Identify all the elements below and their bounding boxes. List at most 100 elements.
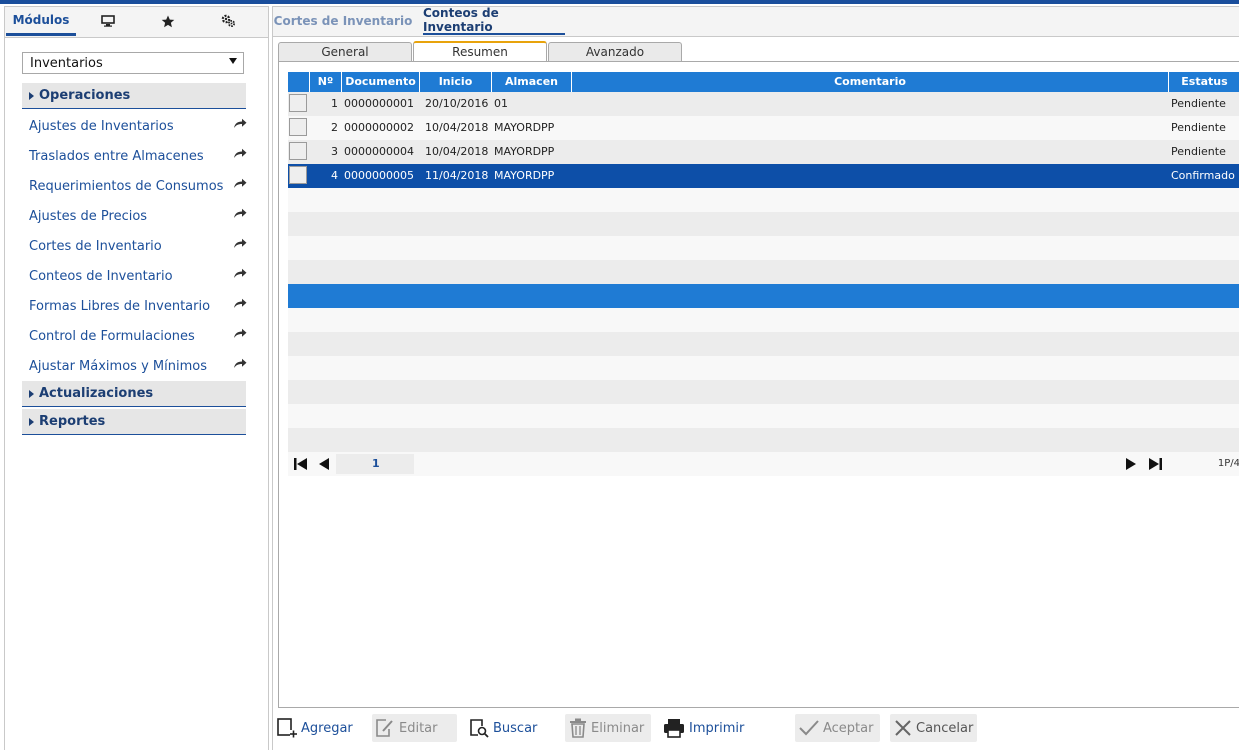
share-arrow-icon: [234, 208, 247, 218]
menu-item-label: Requerimientos de Consumos: [29, 179, 224, 194]
cell-estatus: Pendiente: [1171, 121, 1226, 134]
share-arrow-icon: [234, 118, 247, 128]
checkmark-icon: [799, 720, 819, 736]
share-arrow-icon: [234, 268, 247, 278]
aceptar-button[interactable]: Aceptar: [795, 714, 880, 742]
menu-item-label: Control de Formulaciones: [29, 329, 195, 344]
cell-documento: 0000000001: [344, 97, 414, 110]
header-inicio[interactable]: Inicio: [420, 72, 492, 92]
menu-item-control-formulaciones[interactable]: Control de Formulaciones: [29, 324, 247, 348]
menu-item-label: Ajustes de Precios: [29, 209, 148, 224]
subtab-avanzado[interactable]: Avanzado: [548, 42, 682, 61]
menu-item-label: Traslados entre Almacenes: [29, 149, 204, 164]
subtab-general[interactable]: General: [278, 42, 412, 61]
page-number[interactable]: 1: [372, 452, 380, 476]
next-page-icon[interactable]: [1125, 458, 1137, 470]
menu-item-cortes-inventario[interactable]: Cortes de Inventario: [29, 234, 247, 258]
right-panel: Cortes de Inventario Conteos de Inventar…: [272, 6, 1239, 750]
header-comentario[interactable]: Comentario: [572, 72, 1169, 92]
module-select[interactable]: Inventarios: [22, 52, 244, 74]
top-accent-bar: [0, 0, 1239, 4]
imprimir-label: Imprimir: [689, 720, 745, 736]
menu-item-requerimientos-consumos[interactable]: Requerimientos de Consumos: [29, 174, 247, 198]
trash-icon: [570, 718, 586, 738]
expand-triangle-icon: [29, 390, 34, 398]
share-arrow-icon: [234, 148, 247, 158]
menu-item-label: Cortes de Inventario: [29, 239, 162, 254]
header-documento[interactable]: Documento: [342, 72, 420, 92]
menu-item-ajustes-precios[interactable]: Ajustes de Precios: [29, 204, 247, 228]
cell-estatus: Pendiente: [1171, 97, 1226, 110]
eliminar-button[interactable]: Eliminar: [565, 714, 651, 742]
settings-gear-icon: [221, 14, 235, 28]
first-page-icon[interactable]: [294, 458, 308, 470]
empty-row: [288, 236, 1239, 260]
header-num[interactable]: Nº: [310, 72, 342, 92]
menu-item-traslados-almacenes[interactable]: Traslados entre Almacenes: [29, 144, 247, 168]
tab-monitor[interactable]: [81, 7, 135, 35]
last-page-icon[interactable]: [1148, 458, 1162, 470]
menu-item-ajustes-inventarios[interactable]: Ajustes de Inventarios: [29, 114, 247, 138]
empty-row: [288, 380, 1239, 404]
share-arrow-icon: [234, 328, 247, 338]
content-frame: Nº Documento Inicio Almacen Comentario E…: [278, 61, 1239, 708]
section-actualizaciones-label: Actualizaciones: [39, 386, 154, 401]
star-icon: [161, 15, 175, 27]
left-tab-bar: Módulos: [5, 7, 268, 38]
header-almacen[interactable]: Almacen: [492, 72, 572, 92]
row-checkbox[interactable]: [289, 142, 307, 160]
agregar-label: Agregar: [301, 720, 353, 736]
table-row-selected[interactable]: 4 0000000005 11/04/2018 MAYORDPP Confirm…: [288, 164, 1239, 188]
tab-modulos[interactable]: Módulos: [6, 7, 76, 36]
section-operaciones[interactable]: Operaciones: [22, 83, 246, 109]
empty-row-highlighted: [288, 284, 1239, 308]
cell-almacen: MAYORDPP: [494, 169, 555, 182]
tab-favorites[interactable]: [141, 7, 195, 35]
menu-item-label: Conteos de Inventario: [29, 269, 173, 284]
cell-documento: 0000000005: [344, 169, 414, 182]
add-document-icon: [277, 718, 297, 738]
table-row[interactable]: 1 0000000001 20/10/2016 01 Pendiente: [288, 92, 1239, 116]
subtab-resumen[interactable]: Resumen: [413, 41, 547, 61]
section-operaciones-label: Operaciones: [39, 88, 131, 103]
printer-icon: [664, 719, 684, 738]
menu-item-formas-libres[interactable]: Formas Libres de Inventario: [29, 294, 247, 318]
tab-settings[interactable]: [201, 7, 255, 35]
empty-row: [288, 260, 1239, 284]
editar-label: Editar: [399, 720, 438, 736]
aceptar-label: Aceptar: [823, 720, 874, 736]
empty-row: [288, 332, 1239, 356]
tab-conteos-inventario-label: Conteos de Inventario: [423, 6, 499, 34]
cancelar-button[interactable]: Cancelar: [890, 714, 977, 742]
table-row[interactable]: 3 0000000004 10/04/2018 MAYORDPP Pendien…: [288, 140, 1239, 164]
row-checkbox[interactable]: [289, 118, 307, 136]
menu-item-label: Formas Libres de Inventario: [29, 299, 211, 314]
menu-item-conteos-inventario[interactable]: Conteos de Inventario: [29, 264, 247, 288]
row-checkbox[interactable]: [289, 94, 307, 112]
cell-estatus: Confirmado: [1171, 169, 1235, 182]
tab-cortes-inventario[interactable]: Cortes de Inventario: [273, 7, 413, 34]
tab-conteos-inventario[interactable]: Conteos de Inventario: [423, 6, 565, 35]
section-reportes[interactable]: Reportes: [22, 409, 246, 435]
cell-inicio: 10/04/2018: [425, 145, 489, 158]
cancelar-label: Cancelar: [916, 720, 974, 736]
header-estatus[interactable]: Estatus: [1169, 72, 1239, 92]
row-checkbox[interactable]: [289, 166, 307, 184]
page-info: 1P/4: [1217, 458, 1239, 469]
menu-item-ajustar-maximos-minimos[interactable]: Ajustar Máximos y Mínimos: [29, 354, 247, 378]
section-actualizaciones[interactable]: Actualizaciones: [22, 381, 246, 407]
imprimir-button[interactable]: Imprimir: [663, 714, 749, 742]
cell-num: 3: [331, 145, 338, 158]
edit-document-icon: [376, 719, 393, 737]
buscar-button[interactable]: Buscar: [469, 714, 549, 742]
table-row[interactable]: 2 0000000002 10/04/2018 MAYORDPP Pendien…: [288, 116, 1239, 140]
monitor-icon: [101, 15, 115, 27]
agregar-button[interactable]: Agregar: [277, 714, 357, 742]
editar-button[interactable]: Editar: [372, 714, 457, 742]
share-arrow-icon: [234, 178, 247, 188]
cell-almacen: MAYORDPP: [494, 121, 555, 134]
expand-triangle-icon: [29, 92, 34, 100]
empty-row: [288, 308, 1239, 332]
cell-inicio: 11/04/2018: [425, 169, 489, 182]
prev-page-icon[interactable]: [318, 458, 330, 470]
